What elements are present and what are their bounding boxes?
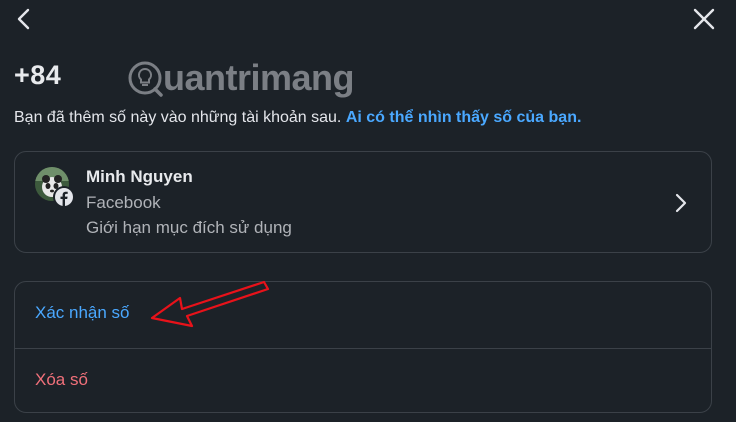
description: Bạn đã thêm số này vào những tài khoản s… (14, 109, 581, 127)
description-text: Bạn đã thêm số này vào những tài khoản s… (14, 109, 342, 126)
watermark-text: uantrimang (163, 57, 355, 98)
back-button[interactable] (10, 5, 38, 33)
avatar-wrap (35, 167, 75, 208)
close-button[interactable] (690, 5, 718, 33)
lightbulb-logo (128, 61, 163, 97)
phone-number: +84 (14, 60, 62, 90)
actions-card: Xác nhận số Xóa số (14, 281, 712, 413)
facebook-badge (53, 186, 75, 208)
account-name: Minh Nguyen (86, 167, 193, 186)
verify-number-label: Xác nhận số (35, 303, 130, 322)
chevron-left-icon (17, 8, 30, 30)
account-card[interactable]: Minh Nguyen Facebook Giới hạn mục đích s… (14, 151, 712, 253)
who-can-see-link[interactable]: Ai có thể nhìn thấy số của bạn. (346, 109, 582, 126)
watermark: uantrimang (125, 57, 355, 99)
account-limitation: Giới hạn mục đích sử dụng (86, 218, 292, 237)
annotation-arrow-icon (150, 280, 270, 328)
account-platform: Facebook (86, 193, 161, 212)
delete-number-label: Xóa số (35, 370, 88, 389)
chevron-right-icon (675, 193, 687, 213)
delete-number-button[interactable]: Xóa số (15, 348, 711, 412)
close-icon (693, 8, 715, 30)
verify-number-button[interactable]: Xác nhận số (15, 282, 711, 347)
facebook-icon (55, 188, 73, 206)
